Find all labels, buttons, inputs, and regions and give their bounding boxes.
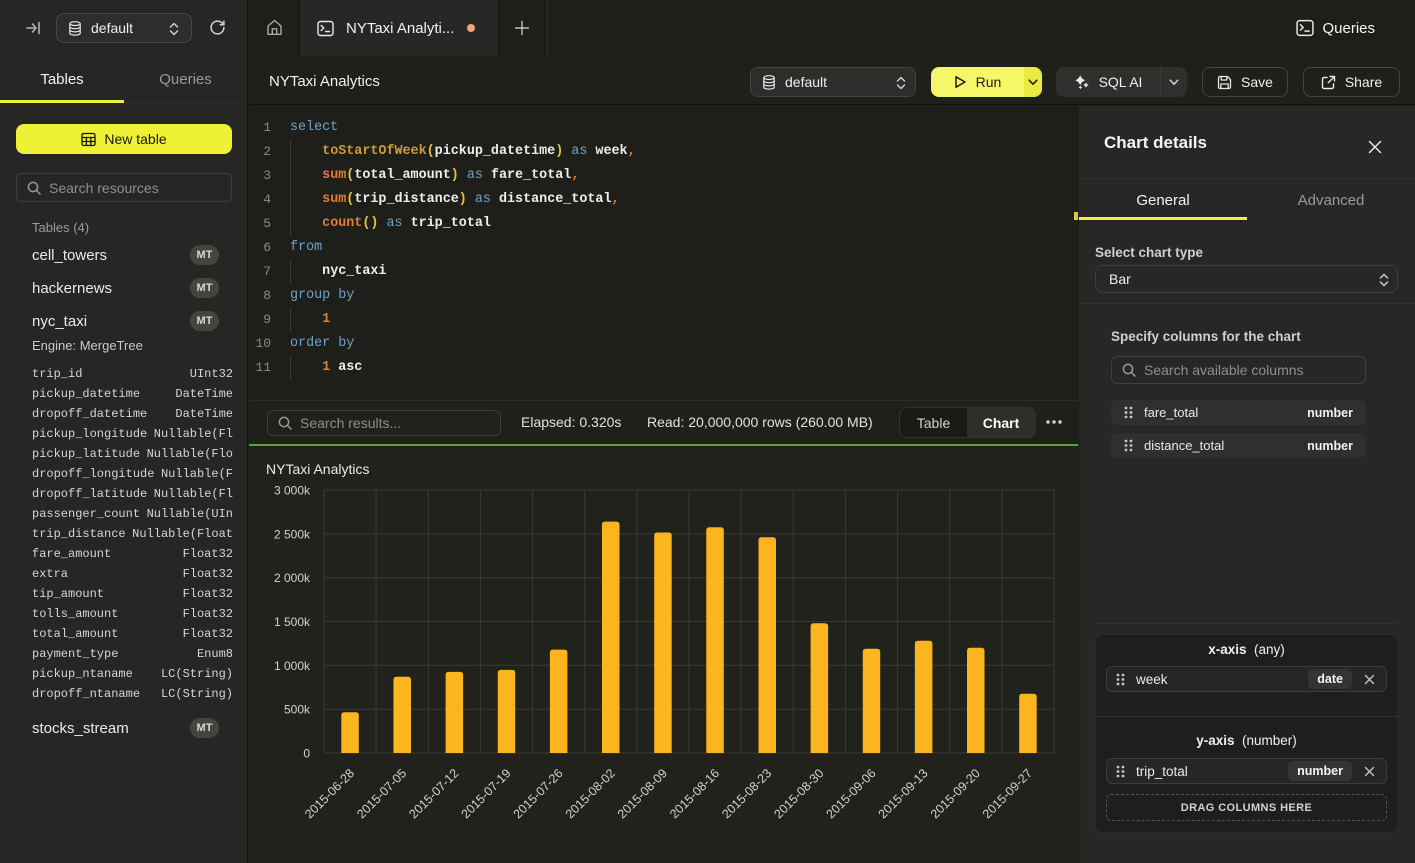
svg-text:2015-08-16: 2015-08-16 <box>667 766 722 821</box>
svg-text:2015-08-09: 2015-08-09 <box>615 766 670 821</box>
svg-text:2015-09-27: 2015-09-27 <box>980 766 1035 821</box>
svg-text:1 000k: 1 000k <box>274 659 311 673</box>
svg-text:2015-08-02: 2015-08-02 <box>563 766 618 821</box>
svg-text:1 500k: 1 500k <box>274 615 311 629</box>
svg-text:2015-07-12: 2015-07-12 <box>406 766 461 821</box>
svg-text:2015-06-28: 2015-06-28 <box>302 766 357 821</box>
svg-text:2015-08-23: 2015-08-23 <box>719 766 774 821</box>
svg-text:2015-09-06: 2015-09-06 <box>824 766 879 821</box>
svg-text:3 000k: 3 000k <box>274 484 311 498</box>
svg-text:2015-08-30: 2015-08-30 <box>771 766 826 821</box>
svg-text:2015-09-13: 2015-09-13 <box>876 766 931 821</box>
svg-text:0: 0 <box>303 747 310 761</box>
svg-text:2015-09-20: 2015-09-20 <box>928 766 983 821</box>
svg-text:2015-07-05: 2015-07-05 <box>354 766 409 821</box>
svg-text:2015-07-26: 2015-07-26 <box>511 766 566 821</box>
svg-text:2015-07-19: 2015-07-19 <box>459 766 514 821</box>
svg-text:500k: 500k <box>284 703 311 717</box>
svg-text:2 500k: 2 500k <box>274 527 311 541</box>
svg-text:2 000k: 2 000k <box>274 571 311 585</box>
